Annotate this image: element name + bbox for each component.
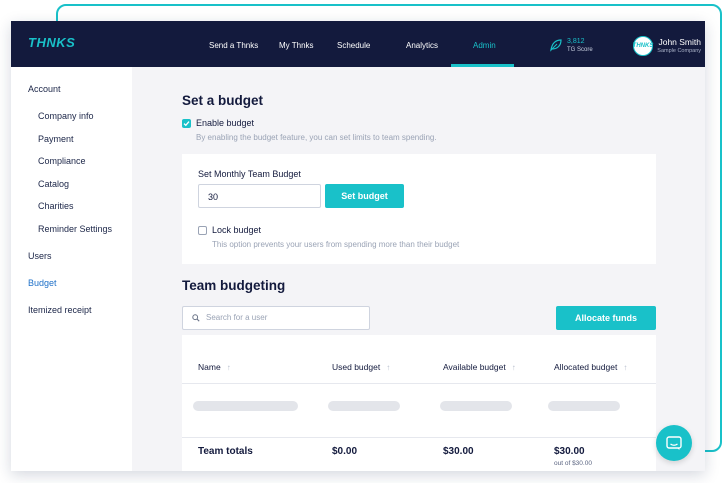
chat-icon: [666, 435, 682, 450]
nav-send-a-thnks[interactable]: Send a Thnks: [209, 41, 258, 50]
nav-admin[interactable]: Admin: [473, 41, 496, 50]
tg-score-value: 3,812: [567, 38, 585, 45]
nav-schedule[interactable]: Schedule: [337, 41, 370, 50]
allocate-funds-button[interactable]: Allocate funds: [556, 306, 656, 330]
monthly-budget-label: Set Monthly Team Budget: [198, 169, 301, 179]
app-window: THNKS Send a Thnks My Thnks Schedule Ana…: [11, 21, 705, 471]
checkmark-icon: [183, 121, 190, 127]
user-search-input[interactable]: Search for a user: [182, 306, 370, 330]
sort-arrow-icon[interactable]: ↑: [227, 363, 231, 372]
column-header-used-label: Used budget: [332, 362, 381, 372]
loading-placeholder: [328, 401, 400, 411]
team-totals-allocated-sub: out of $30.00: [554, 460, 592, 467]
column-header-allocated-budget[interactable]: Allocated budget ↑: [554, 362, 627, 372]
team-totals-available: $30.00: [443, 446, 474, 457]
nav-analytics[interactable]: Analytics: [406, 41, 438, 50]
budget-settings-card: Set Monthly Team Budget 30 Set budget Lo…: [182, 154, 656, 264]
sort-arrow-icon[interactable]: ↑: [512, 363, 516, 372]
user-company: Sample Company: [657, 48, 701, 54]
loading-placeholder: [548, 401, 620, 411]
search-icon: [192, 314, 200, 322]
sidebar-item-charities[interactable]: Charities: [38, 201, 74, 211]
monthly-budget-input[interactable]: 30: [198, 184, 321, 208]
leaf-score-icon: [550, 39, 562, 52]
main-content: Set a budget Enable budget By enabling t…: [132, 67, 705, 471]
column-header-name-label: Name: [198, 362, 221, 372]
sidebar-item-itemized-receipt[interactable]: Itemized receipt: [28, 305, 92, 315]
team-totals-used: $0.00: [332, 446, 358, 457]
table-header-divider: [182, 383, 656, 384]
column-header-available-budget[interactable]: Available budget ↑: [443, 362, 516, 372]
screenshot-stage: THNKS Send a Thnks My Thnks Schedule Ana…: [0, 0, 726, 483]
column-header-available-label: Available budget: [443, 362, 506, 372]
set-budget-button[interactable]: Set budget: [325, 184, 404, 208]
set-budget-title: Set a budget: [182, 93, 264, 108]
lock-budget-hint: This option prevents your users from spe…: [212, 240, 460, 249]
thnks-logo[interactable]: THNKS: [28, 35, 75, 50]
sidebar-item-reminder-settings[interactable]: Reminder Settings: [38, 224, 112, 234]
chat-support-button[interactable]: [656, 425, 692, 461]
team-totals-label: Team totals: [198, 446, 253, 457]
enable-budget-checkbox[interactable]: [182, 119, 191, 128]
search-placeholder: Search for a user: [206, 313, 268, 322]
lock-budget-checkbox[interactable]: [198, 226, 207, 235]
lock-budget-label[interactable]: Lock budget: [212, 225, 261, 235]
top-navbar: THNKS Send a Thnks My Thnks Schedule Ana…: [11, 21, 705, 67]
sidebar-item-users[interactable]: Users: [28, 251, 52, 261]
column-header-name[interactable]: Name ↑: [198, 362, 231, 372]
sidebar-item-company-info[interactable]: Company info: [38, 111, 94, 121]
admin-sidebar: Account Company info Payment Compliance …: [11, 67, 132, 471]
sidebar-item-account[interactable]: Account: [28, 84, 61, 94]
sidebar-item-compliance[interactable]: Compliance: [38, 156, 86, 166]
sort-arrow-icon[interactable]: ↑: [623, 363, 627, 372]
loading-placeholder: [440, 401, 512, 411]
tg-score-label: TG Score: [567, 47, 593, 53]
team-totals-allocated: $30.00: [554, 446, 585, 457]
column-header-used-budget[interactable]: Used budget ↑: [332, 362, 390, 372]
sidebar-item-catalog[interactable]: Catalog: [38, 179, 69, 189]
loading-placeholder: [193, 401, 298, 411]
enable-budget-hint: By enabling the budget feature, you can …: [196, 133, 437, 142]
nav-my-thnks[interactable]: My Thnks: [279, 41, 314, 50]
table-totals-divider: [182, 437, 656, 438]
user-name[interactable]: John Smith: [631, 37, 701, 47]
team-budgeting-title: Team budgeting: [182, 278, 286, 293]
sidebar-item-payment[interactable]: Payment: [38, 134, 74, 144]
team-budget-table: Name ↑ Used budget ↑ Available budget ↑ All…: [182, 335, 656, 471]
sidebar-item-budget[interactable]: Budget: [28, 278, 57, 288]
sort-arrow-icon[interactable]: ↑: [386, 363, 390, 372]
enable-budget-label[interactable]: Enable budget: [196, 118, 254, 128]
column-header-allocated-label: Allocated budget: [554, 362, 618, 372]
